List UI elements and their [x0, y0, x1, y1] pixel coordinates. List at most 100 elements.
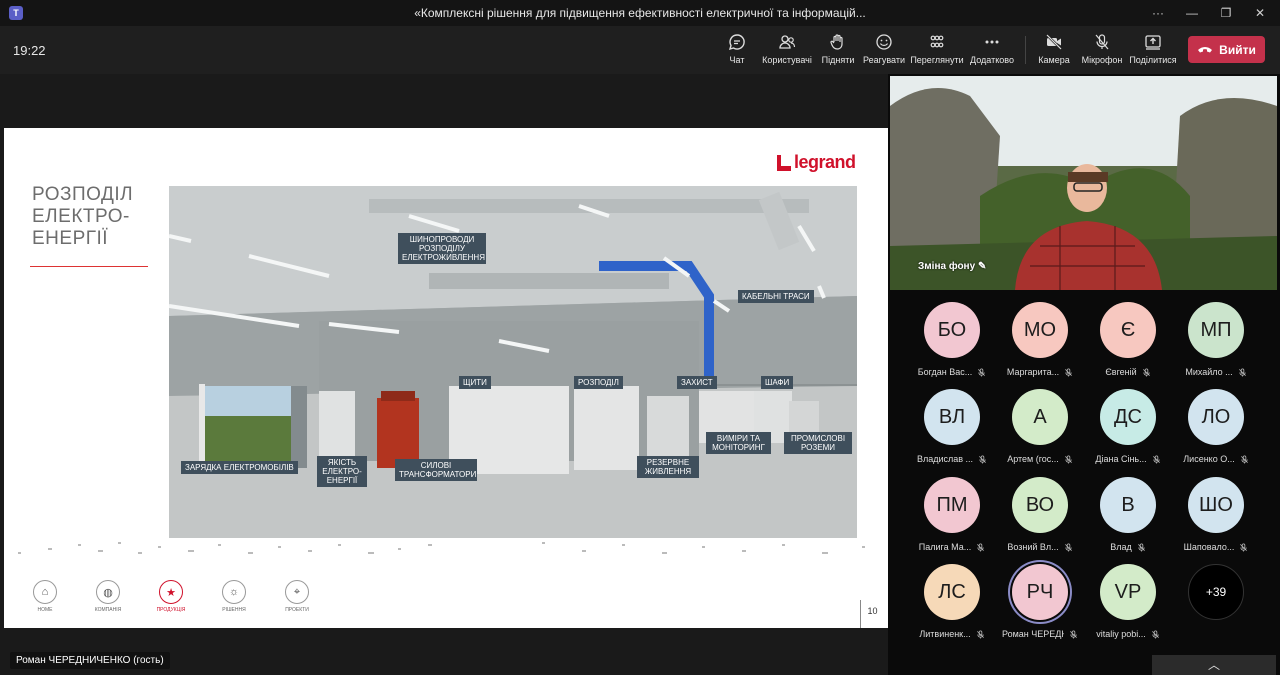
participant-name: Артем (гос...: [1007, 454, 1059, 464]
tag-ev-charging[interactable]: ЗАРЯДКА ЕЛЕКТРОМОБІЛІВ: [181, 461, 298, 474]
raise-hand-icon: [830, 34, 843, 50]
react-label: Реагувати: [862, 55, 906, 65]
participant-tile[interactable]: ПМ Палига Ма...: [909, 477, 995, 552]
tag-panels[interactable]: ЩИТИ: [459, 376, 491, 389]
title-underline: [30, 266, 148, 267]
participant-tile[interactable]: Є Євгеній: [1085, 302, 1171, 377]
participant-name: Євгеній: [1105, 367, 1137, 377]
participant-name: Владислав ...: [916, 454, 974, 464]
tag-measurement-monitoring[interactable]: ВИМІРИ ТА МОНІТОРИНГ: [706, 432, 771, 454]
people-label: Користувачі: [762, 55, 812, 65]
avatar: ЛС: [924, 564, 980, 620]
participant-tile[interactable]: ЛС Литвиненк...: [909, 564, 995, 639]
participant-tile[interactable]: В Влад: [1085, 477, 1171, 552]
avatar: ПМ: [924, 477, 980, 533]
participant-tile[interactable]: МП Михайло ...: [1173, 302, 1259, 377]
slide-nav-solutions[interactable]: ☼ РІШЕННЯ: [212, 580, 256, 613]
close-icon[interactable]: ✕: [1250, 3, 1270, 23]
slide-nav-company[interactable]: ◍ КОМПАНІЯ: [86, 580, 130, 613]
more-options-icon[interactable]: ···: [1148, 3, 1168, 23]
chat-icon: [728, 34, 745, 51]
mic-off-icon: [1151, 629, 1160, 639]
presenter-video[interactable]: [890, 76, 1277, 290]
participant-name: Діана Сінь...: [1095, 454, 1147, 464]
slide-nav-projects[interactable]: ⌖ ПРОЕКТИ: [275, 580, 319, 613]
participant-name-row: Палига Ма...: [909, 542, 995, 552]
more-participants-button[interactable]: +39: [1173, 564, 1259, 620]
avatar: ВЛ: [924, 389, 980, 445]
avatar: А: [1012, 389, 1068, 445]
participant-name-row: Шаповало...: [1173, 542, 1259, 552]
view-button[interactable]: Переглянути: [906, 32, 968, 65]
tag-cable-routes[interactable]: КАБЕЛЬНІ ТРАСИ: [738, 290, 814, 303]
participant-tile[interactable]: VP vitaliy pobi...: [1085, 564, 1171, 639]
avatar: МП: [1188, 302, 1244, 358]
participant-tile[interactable]: ЛО Лисенко О...: [1173, 389, 1259, 464]
participant-tile[interactable]: ШО Шаповало...: [1173, 477, 1259, 552]
participant-tile[interactable]: ВЛ Владислав ...: [909, 389, 995, 464]
chat-label: Чат: [729, 55, 745, 65]
background-effects-button[interactable]: Зміна фону ✎: [918, 261, 986, 272]
tag-busbars[interactable]: ШИНОПРОВОДИ РОЗПОДІЛУ ЕЛЕКТРОЖИВЛЕННЯ: [398, 233, 486, 264]
tag-power-transformers[interactable]: СИЛОВІ ТРАНСФОРМАТОРИ: [395, 459, 477, 481]
participant-name-row: Владислав ...: [909, 454, 995, 464]
mic-off-icon: [1240, 454, 1249, 464]
participant-name: Палига Ма...: [918, 542, 972, 552]
shared-slide: РОЗПОДІЛ ЕЛЕКТРО- ЕНЕРГІЇ legrand ШИНОПР…: [4, 128, 888, 628]
participant-tile[interactable]: ВО Возний Вл...: [997, 477, 1083, 552]
avatar: ЛО: [1188, 389, 1244, 445]
participant-name-row: Артем (гос...: [997, 454, 1083, 464]
slide-title: РОЗПОДІЛ ЕЛЕКТРО- ЕНЕРГІЇ: [32, 184, 152, 250]
title-bar: T «Комплексні рішення для підвищення ефе…: [0, 0, 1280, 26]
presenter-name-label: Роман ЧЕРЕДНИЧЕНКО (гость): [10, 652, 170, 669]
minimize-icon[interactable]: —: [1182, 3, 1202, 23]
slide-nav-label: ПРОЕКТИ: [285, 607, 309, 613]
decorative-dots: [542, 542, 865, 554]
decorative-dots: [18, 542, 432, 554]
avatar: БО: [924, 302, 980, 358]
tag-protection[interactable]: ЗАХИСТ: [677, 376, 717, 389]
participant-name: vitaliy pobi...: [1096, 629, 1146, 639]
tag-power-quality[interactable]: ЯКІСТЬ ЕЛЕКТРО-ЕНЕРГІЇ: [317, 456, 367, 487]
participant-name-row: vitaliy pobi...: [1085, 629, 1171, 639]
participant-name: Михайло ...: [1185, 367, 1233, 377]
slide-nav-products[interactable]: ★ ПРОДУКЦІЯ: [149, 580, 193, 613]
mic-off-icon: [1069, 629, 1078, 639]
slide-title-line: ЕНЕРГІЇ: [32, 228, 109, 249]
mic-off-icon: [1238, 367, 1247, 377]
more-icon: [985, 40, 999, 44]
slide-page-number: 10: [860, 600, 884, 628]
view-icon: [930, 35, 944, 48]
avatar: VP: [1100, 564, 1156, 620]
tag-industrial-sockets[interactable]: ПРОМИСЛОВІ РОЗЕМИ: [784, 432, 852, 454]
participant-name-row: Лисенко О...: [1173, 454, 1259, 464]
tag-backup-power[interactable]: РЕЗЕРВНЕ ЖИВЛЕННЯ: [637, 456, 699, 478]
collapse-gallery-button[interactable]: ︿: [1152, 655, 1276, 675]
participant-name: Литвиненк...: [919, 629, 971, 639]
meeting-timer: 19:22: [13, 43, 46, 58]
participant-name: Маргарита...: [1006, 367, 1060, 377]
more-actions-button[interactable]: Додатково: [961, 32, 1023, 65]
legrand-logo-text: legrand: [794, 152, 856, 172]
slide-nav-home[interactable]: ⌂ HOME: [23, 580, 67, 613]
tag-distribution[interactable]: РОЗПОДІЛ: [574, 376, 623, 389]
participant-tile[interactable]: МО Маргарита...: [997, 302, 1083, 377]
maximize-icon[interactable]: ❐: [1216, 3, 1236, 23]
meeting-toolbar: 19:22 Чат Користувачі Підняти Реагувати …: [0, 26, 1280, 74]
slide-nav-label: HOME: [37, 607, 53, 613]
tag-cabinets[interactable]: ШАФИ: [761, 376, 794, 389]
avatar: ВО: [1012, 477, 1068, 533]
participant-name-row: Маргарита...: [997, 367, 1083, 377]
participant-tile[interactable]: БО Богдан Вас...: [909, 302, 995, 377]
participant-name-row: Діана Сінь...: [1085, 454, 1171, 464]
participant-tile[interactable]: РЧ Роман ЧЕРЕДН...: [997, 564, 1083, 639]
mic-off-icon: [1064, 454, 1073, 464]
participant-tile[interactable]: ДС Діана Сінь...: [1085, 389, 1171, 464]
phone-hangup-icon: [1198, 46, 1213, 52]
participant-name-row: Євгеній: [1085, 367, 1171, 377]
participant-tile[interactable]: А Артем (гос...: [997, 389, 1083, 464]
participant-name-row: Михайло ...: [1173, 367, 1259, 377]
background-effects-label: Зміна фону: [918, 261, 976, 272]
share-button[interactable]: Поділитися: [1122, 32, 1184, 65]
leave-button[interactable]: Вийти: [1188, 36, 1265, 63]
